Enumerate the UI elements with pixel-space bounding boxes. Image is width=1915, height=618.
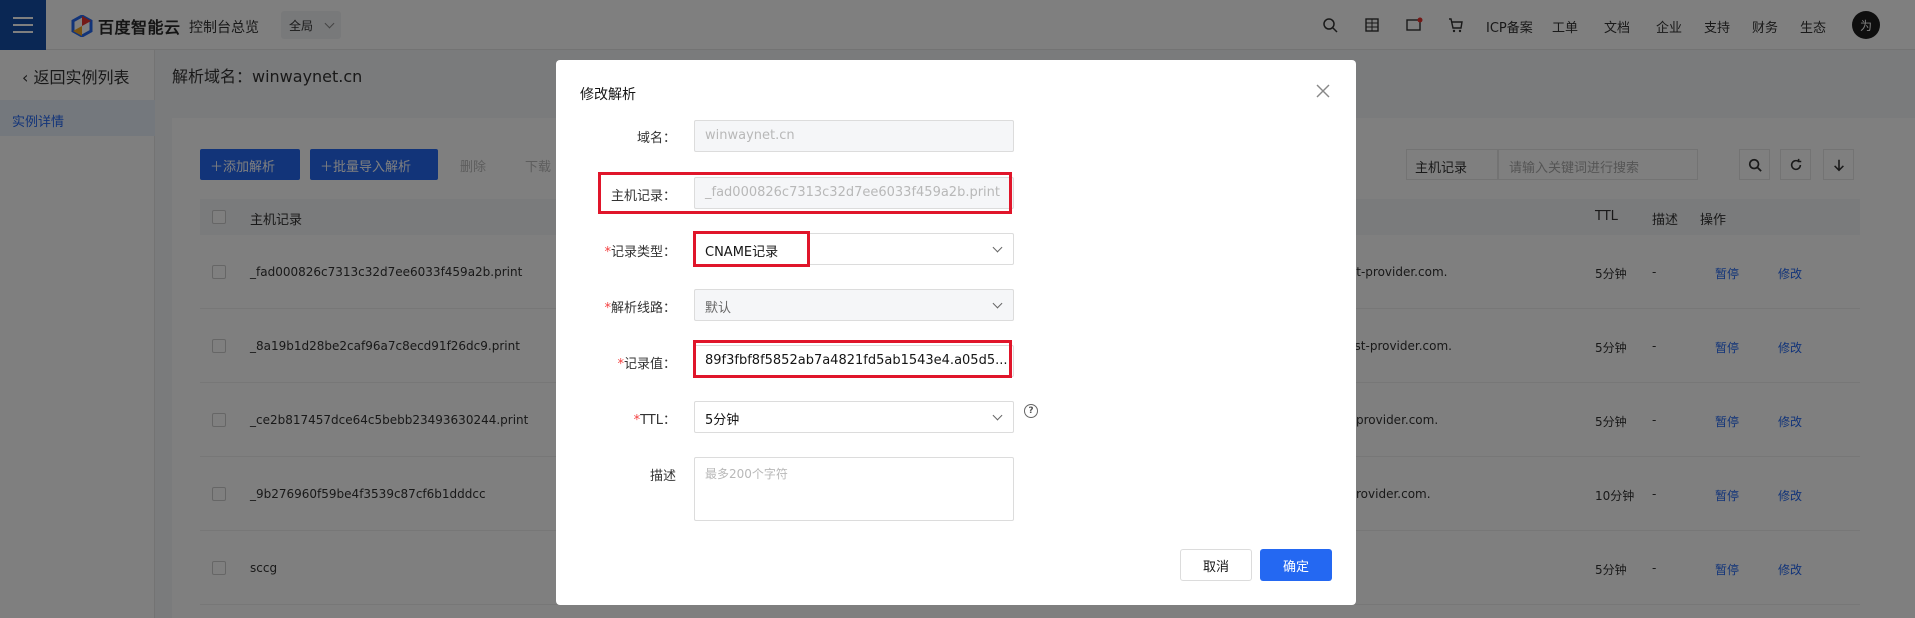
description-label: 描述 bbox=[649, 469, 676, 484]
chevron-down-icon bbox=[992, 242, 1003, 253]
edit-record-dialog: 修改解析 域名： winwaynet.cn 主机记录： _fad000826c7… bbox=[556, 60, 1356, 605]
ttl-label: *TTL： bbox=[633, 413, 676, 428]
record-type-label: *记录类型： bbox=[604, 245, 676, 260]
resolution-line-select[interactable]: 默认 bbox=[694, 289, 1014, 321]
record-type-highlight-box bbox=[693, 231, 810, 267]
dialog-title: 修改解析 bbox=[580, 87, 636, 103]
chevron-down-icon bbox=[992, 298, 1003, 309]
host-record-highlight-box bbox=[598, 172, 1012, 214]
domain-field: winwaynet.cn bbox=[694, 120, 1014, 152]
help-icon[interactable]: ? bbox=[1024, 404, 1038, 418]
ttl-select[interactable]: 5分钟 bbox=[694, 401, 1014, 433]
description-textarea[interactable]: 最多200个字符 bbox=[694, 457, 1014, 521]
domain-label: 域名： bbox=[636, 131, 676, 146]
chevron-down-icon bbox=[992, 410, 1003, 421]
record-value-label: *记录值： bbox=[617, 357, 676, 372]
confirm-button[interactable]: 确定 bbox=[1260, 549, 1332, 581]
record-value-highlight-box bbox=[693, 340, 1012, 378]
resolution-line-label: *解析线路： bbox=[604, 301, 676, 316]
close-icon[interactable] bbox=[1315, 83, 1331, 99]
cancel-button[interactable]: 取消 bbox=[1180, 549, 1252, 581]
